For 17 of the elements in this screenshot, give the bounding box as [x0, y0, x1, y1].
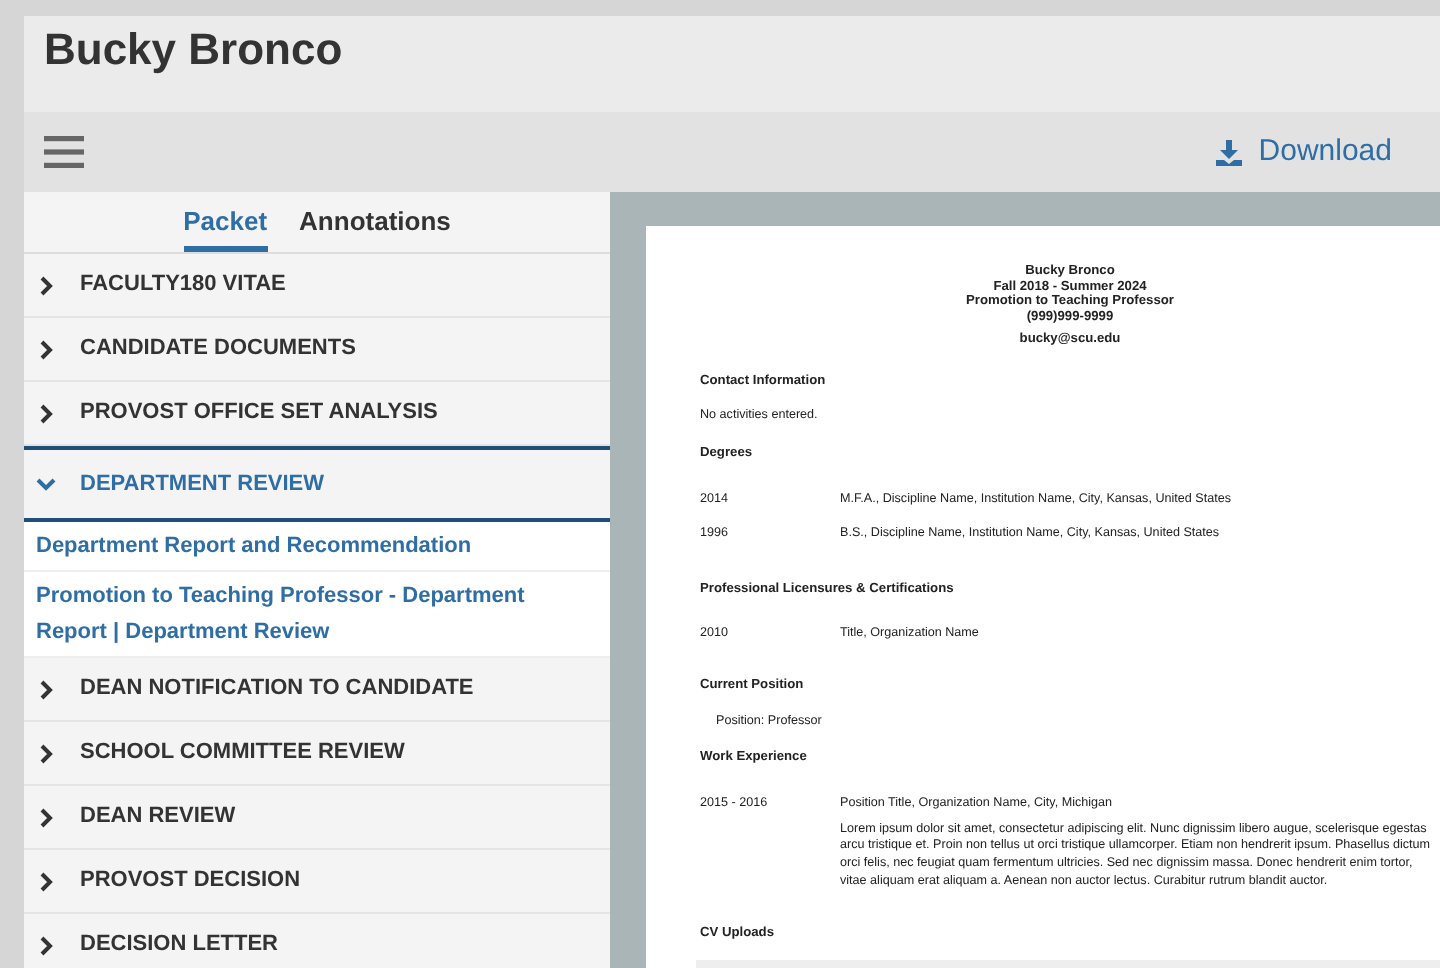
document-link[interactable]: Promotion to Teaching Professor - Department Report | Department Review — [24, 572, 610, 658]
chevron-right-icon — [36, 679, 56, 699]
document-link[interactable]: Department Report and Recommendation — [24, 522, 610, 572]
chevron-right-icon — [36, 871, 56, 891]
download-button[interactable]: Download — [1216, 129, 1392, 175]
download-icon — [1216, 139, 1243, 165]
chevron-right-icon — [36, 743, 56, 763]
chevron-right-icon — [36, 339, 56, 359]
section-header[interactable]: DEPARTMENT REVIEW — [24, 446, 610, 522]
menu-icon[interactable] — [44, 136, 84, 168]
tab[interactable]: Annotations — [299, 192, 451, 252]
chevron-right-icon — [36, 807, 56, 827]
chevron-down-icon — [36, 474, 56, 494]
page-title: Bucky Bronco — [44, 22, 345, 78]
chevron-right-icon — [36, 403, 56, 423]
chevron-right-icon — [36, 275, 56, 295]
chevron-right-icon — [36, 935, 56, 955]
